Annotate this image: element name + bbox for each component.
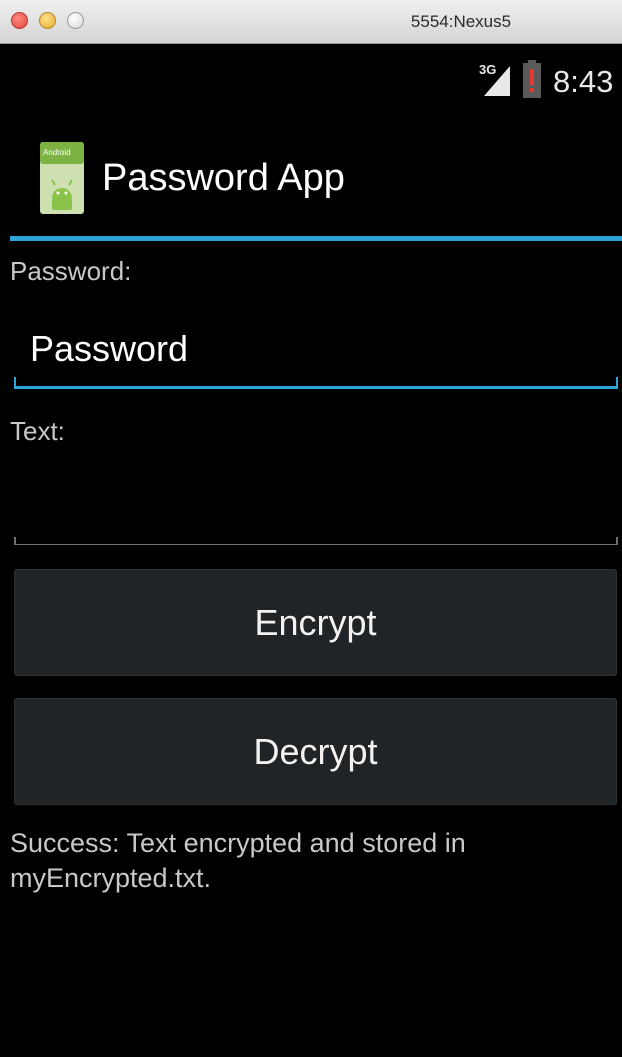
window-title-text: 5554:Nexus5 [410,12,512,31]
encrypt-button[interactable]: Encrypt [14,569,617,676]
app-icon-label: Android [43,148,71,157]
battery-alert-icon [523,60,541,98]
android-app-icon[interactable]: Android [38,140,86,216]
text-input-underline [14,544,618,545]
password-input-underline [14,386,618,389]
app-title: Password App [102,157,345,199]
password-label: Password: [10,256,132,286]
password-underline-left-tick [14,377,16,388]
window-titlebar: 5554:Nexus5 [0,0,622,44]
signal-3g-icon: 3G [479,62,510,96]
password-input[interactable] [14,316,618,382]
window-title: 5554:Nexus5 [0,0,622,44]
text-label: Text: [10,416,65,446]
password-underline-right-tick [616,377,618,388]
decrypt-button[interactable]: Decrypt [14,698,617,805]
emulator-window: 5554:Nexus5 3G 8:43 Android Password App… [0,0,622,1057]
status-clock: 8:43 [553,64,614,99]
network-type-label: 3G [479,62,496,77]
action-bar-divider [10,236,622,241]
text-underline-right-tick [616,537,618,545]
text-underline-left-tick [14,537,16,545]
status-message: Success: Text encrypted and stored in my… [10,828,466,893]
text-input[interactable] [14,470,618,540]
